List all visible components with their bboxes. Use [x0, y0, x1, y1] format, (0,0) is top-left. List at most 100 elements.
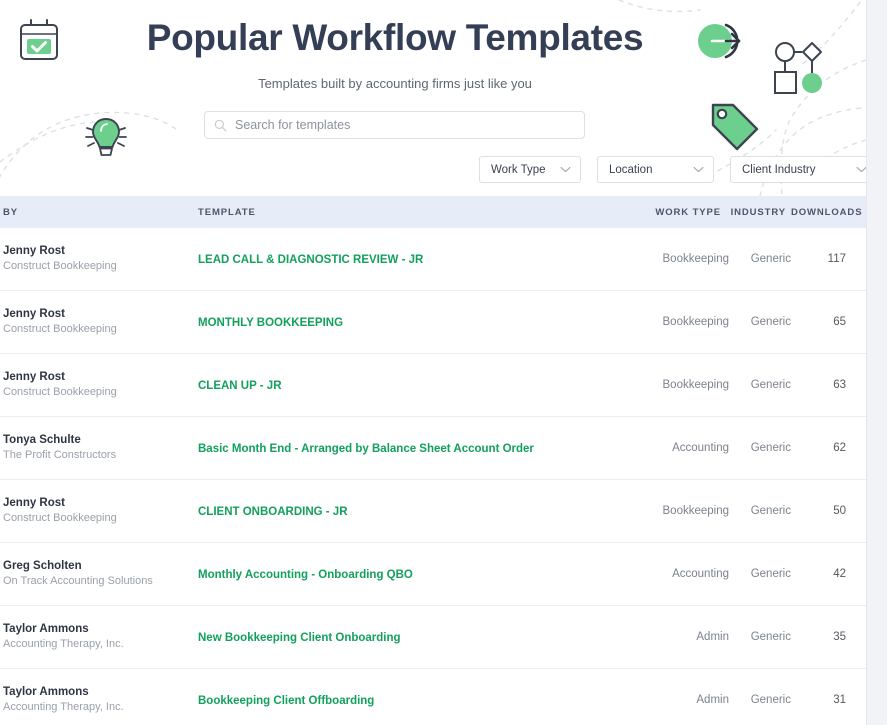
page-content: Popular Workflow Templates Templates bui… — [0, 0, 866, 725]
cell-downloads: 35 — [791, 630, 859, 645]
cell-work-type: Accounting — [632, 441, 729, 456]
table-body: Jenny RostConstruct BookkeepingLEAD CALL… — [0, 228, 866, 725]
cell-work-type: Bookkeeping — [632, 252, 729, 267]
chevron-down-icon — [856, 166, 866, 173]
author-firm: Construct Bookkeeping — [3, 322, 198, 337]
template-link[interactable]: New Bookkeeping Client Onboarding — [198, 632, 401, 644]
search-input[interactable] — [235, 112, 575, 138]
table-header-row: BY TEMPLATE WORK TYPE INDUSTRY DOWNLOADS — [0, 196, 866, 228]
author-name: Jenny Rost — [3, 370, 198, 385]
cell-downloads: 50 — [791, 504, 859, 519]
filter-client-industry[interactable]: Client Industry — [730, 156, 866, 183]
template-link[interactable]: Monthly Accounting - Onboarding QBO — [198, 569, 413, 581]
cell-author: Tonya SchulteThe Profit Constructors — [0, 433, 198, 463]
author-name: Jenny Rost — [3, 307, 198, 322]
chevron-down-icon — [560, 166, 571, 173]
templates-table: BY TEMPLATE WORK TYPE INDUSTRY DOWNLOADS… — [0, 196, 866, 725]
lightbulb-icon — [80, 110, 132, 162]
author-name: Greg Scholten — [3, 559, 198, 574]
cell-author: Taylor AmmonsAccounting Therapy, Inc. — [0, 622, 198, 652]
template-link[interactable]: CLEAN UP - JR — [198, 380, 282, 392]
column-header-work-type: WORK TYPE — [632, 207, 729, 218]
author-name: Tonya Schulte — [3, 433, 198, 448]
table-row[interactable]: Tonya SchulteThe Profit ConstructorsBasi… — [0, 417, 866, 480]
table-row[interactable]: Jenny RostConstruct BookkeepingMONTHLY B… — [0, 291, 866, 354]
table-row[interactable]: Greg ScholtenOn Track Accounting Solutio… — [0, 543, 866, 606]
template-link[interactable]: MONTHLY BOOKKEEPING — [198, 317, 343, 329]
cell-work-type: Bookkeeping — [632, 315, 729, 330]
cell-template: Monthly Accounting - Onboarding QBO — [198, 565, 632, 583]
cell-work-type: Admin — [632, 693, 729, 708]
template-link[interactable]: LEAD CALL & DIAGNOSTIC REVIEW - JR — [198, 254, 423, 266]
author-firm: On Track Accounting Solutions — [3, 574, 198, 589]
cell-template: CLEAN UP - JR — [198, 376, 632, 394]
cell-template: New Bookkeeping Client Onboarding — [198, 628, 632, 646]
cell-industry: Generic — [729, 504, 791, 519]
cell-author: Taylor AmmonsAccounting Therapy, Inc. — [0, 685, 198, 715]
column-header-template: TEMPLATE — [198, 207, 632, 218]
author-firm: Construct Bookkeeping — [3, 511, 198, 526]
filter-bar: Work Type Location Client Industry — [479, 156, 866, 183]
chevron-down-icon — [693, 166, 704, 173]
cell-author: Jenny RostConstruct Bookkeeping — [0, 307, 198, 337]
cell-template: LEAD CALL & DIAGNOSTIC REVIEW - JR — [198, 250, 632, 268]
price-tag-icon — [707, 102, 759, 154]
cell-downloads: 42 — [791, 567, 859, 582]
page-title: Popular Workflow Templates — [0, 16, 790, 60]
filter-location-label: Location — [609, 164, 652, 176]
author-name: Taylor Ammons — [3, 685, 198, 700]
template-link[interactable]: CLIENT ONBOARDING - JR — [198, 506, 348, 518]
cell-industry: Generic — [729, 693, 791, 708]
author-name: Jenny Rost — [3, 244, 198, 259]
filter-location[interactable]: Location — [597, 156, 714, 183]
author-firm: Accounting Therapy, Inc. — [3, 637, 198, 652]
cell-downloads: 62 — [791, 441, 859, 456]
cell-industry: Generic — [729, 441, 791, 456]
hero-section: Popular Workflow Templates Templates bui… — [0, 0, 866, 196]
cell-author: Greg ScholtenOn Track Accounting Solutio… — [0, 559, 198, 589]
table-row[interactable]: Taylor AmmonsAccounting Therapy, Inc.Boo… — [0, 669, 866, 725]
cell-work-type: Bookkeeping — [632, 504, 729, 519]
cell-work-type: Accounting — [632, 567, 729, 582]
cell-author: Jenny RostConstruct Bookkeeping — [0, 244, 198, 274]
author-name: Jenny Rost — [3, 496, 198, 511]
cell-industry: Generic — [729, 252, 791, 267]
cell-industry: Generic — [729, 315, 791, 330]
scrollbar-gutter[interactable] — [866, 0, 887, 725]
cell-template: Basic Month End - Arranged by Balance Sh… — [198, 439, 632, 457]
page-subtitle: Templates built by accounting firms just… — [0, 75, 790, 93]
table-row[interactable]: Jenny RostConstruct BookkeepingLEAD CALL… — [0, 228, 866, 291]
filter-client-industry-label: Client Industry — [742, 164, 816, 176]
cell-industry: Generic — [729, 378, 791, 393]
cell-industry: Generic — [729, 567, 791, 582]
cell-downloads: 31 — [791, 693, 859, 708]
cell-downloads: 117 — [791, 252, 859, 267]
cell-downloads: 63 — [791, 378, 859, 393]
template-link[interactable]: Basic Month End - Arranged by Balance Sh… — [198, 443, 534, 455]
search-icon — [214, 119, 227, 132]
cell-author: Jenny RostConstruct Bookkeeping — [0, 496, 198, 526]
template-link[interactable]: Bookkeeping Client Offboarding — [198, 695, 374, 707]
cell-author: Jenny RostConstruct Bookkeeping — [0, 370, 198, 400]
column-header-industry: INDUSTRY — [729, 207, 791, 218]
cell-downloads: 65 — [791, 315, 859, 330]
cell-work-type: Bookkeeping — [632, 378, 729, 393]
cell-work-type: Admin — [632, 630, 729, 645]
search-bar[interactable] — [204, 111, 585, 139]
cell-industry: Generic — [729, 630, 791, 645]
cell-template: Bookkeeping Client Offboarding — [198, 691, 632, 709]
author-firm: Accounting Therapy, Inc. — [3, 700, 198, 715]
column-header-by: BY — [0, 207, 198, 218]
column-header-downloads: DOWNLOADS — [791, 207, 859, 218]
filter-work-type[interactable]: Work Type — [479, 156, 581, 183]
filter-work-type-label: Work Type — [491, 164, 546, 176]
table-row[interactable]: Jenny RostConstruct BookkeepingCLIENT ON… — [0, 480, 866, 543]
author-firm: Construct Bookkeeping — [3, 385, 198, 400]
author-name: Taylor Ammons — [3, 622, 198, 637]
page-root: Popular Workflow Templates Templates bui… — [0, 0, 887, 725]
table-row[interactable]: Jenny RostConstruct BookkeepingCLEAN UP … — [0, 354, 866, 417]
table-row[interactable]: Taylor AmmonsAccounting Therapy, Inc.New… — [0, 606, 866, 669]
cell-template: MONTHLY BOOKKEEPING — [198, 313, 632, 331]
cell-template: CLIENT ONBOARDING - JR — [198, 502, 632, 520]
author-firm: Construct Bookkeeping — [3, 259, 198, 274]
